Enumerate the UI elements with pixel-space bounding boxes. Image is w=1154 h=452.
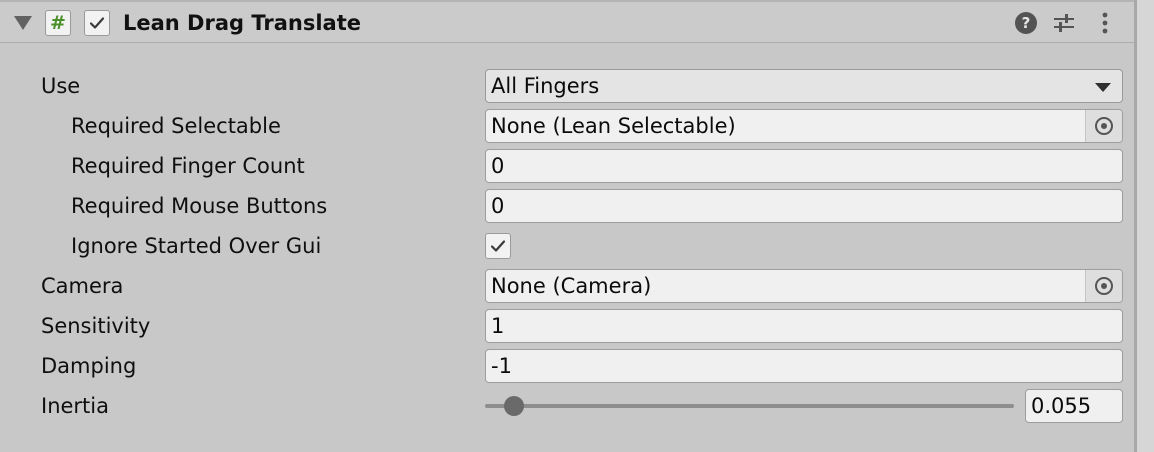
sensitivity-input[interactable]: 1 <box>485 309 1123 343</box>
foldout-arrow-icon[interactable] <box>14 16 32 30</box>
use-label: Use <box>41 74 81 98</box>
checkmark-icon <box>89 17 105 29</box>
component-enabled-checkbox[interactable] <box>84 10 110 36</box>
inertia-slider-thumb[interactable] <box>504 396 525 416</box>
context-menu-icon[interactable] <box>1094 12 1116 34</box>
damping-label: Damping <box>41 354 137 378</box>
inspector-panel: # Lean Drag Translate ? Use All Fingers … <box>0 0 1134 452</box>
required-selectable-label: Required Selectable <box>71 114 281 138</box>
inertia-value: 0.055 <box>1031 394 1092 418</box>
damping-value: -1 <box>491 354 512 378</box>
ignore-started-over-gui-label: Ignore Started Over Gui <box>71 234 322 258</box>
required-mouse-buttons-input[interactable]: 0 <box>485 189 1123 223</box>
required-selectable-value: None (Lean Selectable) <box>491 114 736 138</box>
ignore-started-over-gui-checkbox[interactable] <box>485 233 511 259</box>
component-header[interactable]: # Lean Drag Translate ? <box>0 0 1134 43</box>
object-picker-button[interactable] <box>1085 270 1122 302</box>
use-dropdown[interactable]: All Fingers <box>485 69 1123 103</box>
dropdown-arrow-icon <box>1095 83 1111 92</box>
camera-field[interactable]: None (Camera) <box>485 269 1123 303</box>
camera-value: None (Camera) <box>491 274 652 298</box>
script-icon: # <box>45 10 71 36</box>
required-finger-count-value: 0 <box>491 154 505 178</box>
object-picker-button[interactable] <box>1085 110 1122 142</box>
inertia-slider-track[interactable] <box>485 404 1014 408</box>
required-selectable-field[interactable]: None (Lean Selectable) <box>485 109 1123 143</box>
required-finger-count-label: Required Finger Count <box>71 154 305 178</box>
required-finger-count-input[interactable]: 0 <box>485 149 1123 183</box>
scroll-gutter <box>1137 0 1154 452</box>
sensitivity-label: Sensitivity <box>41 314 151 338</box>
use-dropdown-value: All Fingers <box>491 74 600 98</box>
damping-input[interactable]: -1 <box>485 349 1123 383</box>
inertia-value-input[interactable]: 0.055 <box>1025 389 1123 423</box>
checkmark-icon <box>490 240 506 252</box>
component-title: Lean Drag Translate <box>123 11 362 35</box>
preset-icon[interactable] <box>1053 12 1075 34</box>
required-mouse-buttons-label: Required Mouse Buttons <box>71 194 328 218</box>
help-icon[interactable]: ? <box>1015 12 1037 34</box>
sensitivity-value: 1 <box>491 314 505 338</box>
camera-label: Camera <box>41 274 124 298</box>
inertia-label: Inertia <box>41 394 109 418</box>
required-mouse-buttons-value: 0 <box>491 194 505 218</box>
